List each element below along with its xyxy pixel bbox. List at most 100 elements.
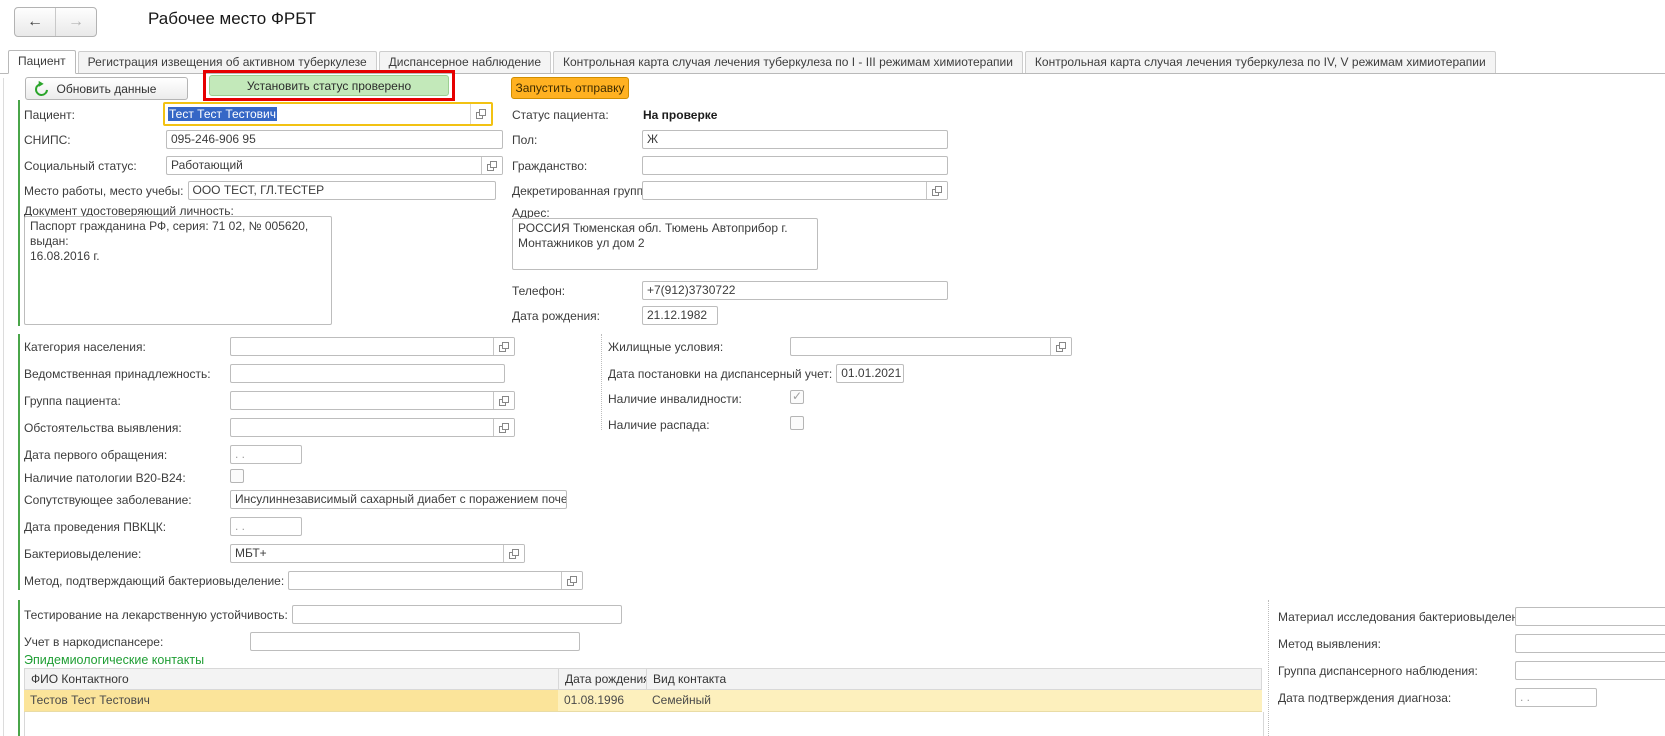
social-status-choose-button[interactable]: [481, 157, 502, 174]
pvkck-date-input[interactable]: . .: [230, 517, 302, 536]
bacteria-label: Бактериовыделение:: [24, 547, 141, 561]
start-sending-button[interactable]: Запустить отправку: [511, 77, 629, 99]
material-input[interactable]: [1515, 607, 1665, 626]
patient-group-choose-button[interactable]: [493, 392, 514, 409]
refresh-data-label: Обновить данные: [57, 82, 157, 96]
contacts-table-header: ФИО Контактного Дата рождения Вид контак…: [24, 668, 1262, 690]
work-place-label: Место работы, место учебы:: [24, 184, 184, 198]
patient-value-selected: Тест Тест Тестович: [168, 107, 277, 121]
living-conditions-input[interactable]: [790, 337, 1072, 356]
phone-label: Телефон:: [512, 284, 565, 298]
snils-input[interactable]: 095-246-906 95: [166, 130, 503, 149]
forward-button[interactable]: →: [56, 8, 96, 36]
start-sending-label: Запустить отправку: [515, 81, 624, 95]
column-header-contact-type[interactable]: Вид контакта: [646, 668, 1262, 690]
drug-resistance-label: Тестирование на лекарственную устойчивос…: [24, 608, 288, 622]
material-label: Материал исследования бактериовыделения:: [1278, 610, 1535, 624]
population-category-choose-button[interactable]: [493, 338, 514, 355]
back-button[interactable]: ←: [15, 8, 56, 36]
work-place-value: ООО ТЕСТ, ГЛ.ТЕСТЕР: [193, 183, 325, 197]
set-status-checked-button[interactable]: Установить статус проверено: [209, 75, 449, 96]
social-status-input[interactable]: Работающий: [166, 156, 503, 175]
address-textarea[interactable]: РОССИЯ Тюменская обл. Тюмень Автоприбор …: [512, 218, 818, 270]
choose-icon: [932, 186, 942, 196]
table-row[interactable]: Тестов Тест Тестович 01.08.1996 Семейный: [24, 690, 1262, 712]
tab-control-card-regimen-1-3[interactable]: Контрольная карта случая лечения туберку…: [553, 51, 1023, 73]
patient-status-value: На проверке: [643, 108, 717, 122]
population-category-input[interactable]: [230, 337, 515, 356]
group-bar-2: [18, 334, 20, 590]
patient-input[interactable]: Тест Тест Тестович: [163, 102, 493, 126]
work-place-row: Место работы, место учебы: ООО ТЕСТ, ГЛ.…: [24, 181, 496, 200]
dispensary-date-value: 01.01.2021: [841, 366, 901, 380]
identity-doc-textarea[interactable]: Паспорт гражданина РФ, серия: 71 02, № 0…: [24, 216, 332, 325]
department-input[interactable]: [230, 364, 505, 383]
decreed-group-input[interactable]: [642, 181, 948, 200]
patient-group-input[interactable]: [230, 391, 515, 410]
column-header-birth-date[interactable]: Дата рождения: [558, 668, 646, 690]
drug-resistance-input[interactable]: [292, 605, 622, 624]
department-label: Ведомственная принадлежность:: [24, 367, 211, 381]
tab-dispensary-observation[interactable]: Диспансерное наблюдение: [379, 51, 551, 73]
choose-icon: [499, 396, 509, 406]
patient-choose-button[interactable]: [470, 104, 491, 124]
phone-input[interactable]: +7(912)3730722: [642, 281, 948, 300]
diagnosis-date-input[interactable]: . .: [1515, 688, 1597, 707]
tab-control-card-regimen-4-5[interactable]: Контрольная карта случая лечения туберку…: [1025, 51, 1496, 73]
birth-date-input[interactable]: 21.12.1982: [642, 306, 718, 325]
disability-checkbox[interactable]: [790, 390, 804, 404]
patient-group-label: Группа пациента:: [24, 394, 121, 408]
snils-label: СНИПС:: [24, 133, 71, 147]
column-header-contact-name[interactable]: ФИО Контактного: [24, 668, 558, 690]
first-visit-date-value: . .: [235, 447, 245, 461]
first-visit-date-label: Дата первого обращения:: [24, 448, 167, 462]
b20-pathology-label: Наличие патологии B20-B24:: [24, 471, 186, 485]
dispensary-group-label: Группа диспансерного наблюдения:: [1278, 664, 1478, 678]
patient-label: Пациент:: [24, 108, 75, 122]
choose-icon: [499, 342, 509, 352]
dispensary-group-input[interactable]: [1515, 661, 1665, 680]
drug-resistance-row: Тестирование на лекарственную устойчивос…: [24, 605, 622, 624]
detection-circumstances-input[interactable]: [230, 418, 515, 437]
decreed-group-choose-button[interactable]: [926, 182, 947, 199]
detection-method-input[interactable]: [1515, 634, 1665, 653]
choose-icon: [509, 549, 519, 559]
decreed-group-label: Декретированная группа:: [512, 184, 653, 198]
contact-birth-date-cell: 01.08.1996: [558, 690, 646, 712]
refresh-icon: [32, 80, 50, 98]
work-place-input[interactable]: ООО ТЕСТ, ГЛ.ТЕСТЕР: [188, 181, 496, 200]
dispensary-date-input[interactable]: 01.01.2021: [836, 364, 904, 383]
tab-tb-notice-registration[interactable]: Регистрация извещения об активном туберк…: [78, 51, 377, 73]
bacteria-choose-button[interactable]: [503, 545, 524, 562]
tab-patient[interactable]: Пациент: [8, 50, 76, 74]
choose-icon: [487, 161, 497, 171]
citizenship-input[interactable]: [642, 156, 948, 175]
set-status-checked-label: Установить статус проверено: [247, 79, 411, 93]
refresh-data-button[interactable]: Обновить данные: [25, 77, 188, 100]
column-splitter[interactable]: [601, 334, 602, 430]
b20-pathology-checkbox[interactable]: [230, 469, 244, 483]
narco-registry-input[interactable]: [250, 632, 580, 651]
bacteria-method-choose-button[interactable]: [561, 572, 582, 589]
narco-registry-row: Учет в наркодиспансере:: [24, 632, 580, 651]
panel-splitter[interactable]: [1268, 600, 1269, 736]
choose-icon: [499, 423, 509, 433]
living-conditions-choose-button[interactable]: [1050, 338, 1071, 355]
bacteria-method-row: Метод, подтверждающий бактериовыделение:: [24, 571, 583, 590]
detection-circumstances-choose-button[interactable]: [493, 419, 514, 436]
gender-input[interactable]: Ж: [642, 130, 948, 149]
pvkck-date-value: . .: [235, 519, 245, 533]
contacts-table-body: [24, 712, 1264, 736]
bacteria-method-input[interactable]: [288, 571, 583, 590]
gender-label: Пол:: [512, 133, 537, 147]
first-visit-date-input[interactable]: . .: [230, 445, 302, 464]
back-icon: ←: [27, 13, 43, 31]
forward-icon: →: [68, 13, 84, 31]
contacts-table: ФИО Контактного Дата рождения Вид контак…: [24, 668, 1262, 712]
contact-name-cell: Тестов Тест Тестович: [24, 690, 558, 712]
comorbidity-input[interactable]: Инсулиннезависимый сахарный диабет с пор…: [230, 490, 567, 509]
bacteria-input[interactable]: МБТ+: [230, 544, 525, 563]
diagnosis-date-label: Дата подтверждения диагноза:: [1278, 691, 1451, 705]
diagnosis-date-value: . .: [1520, 690, 1530, 704]
decay-checkbox[interactable]: [790, 416, 804, 430]
